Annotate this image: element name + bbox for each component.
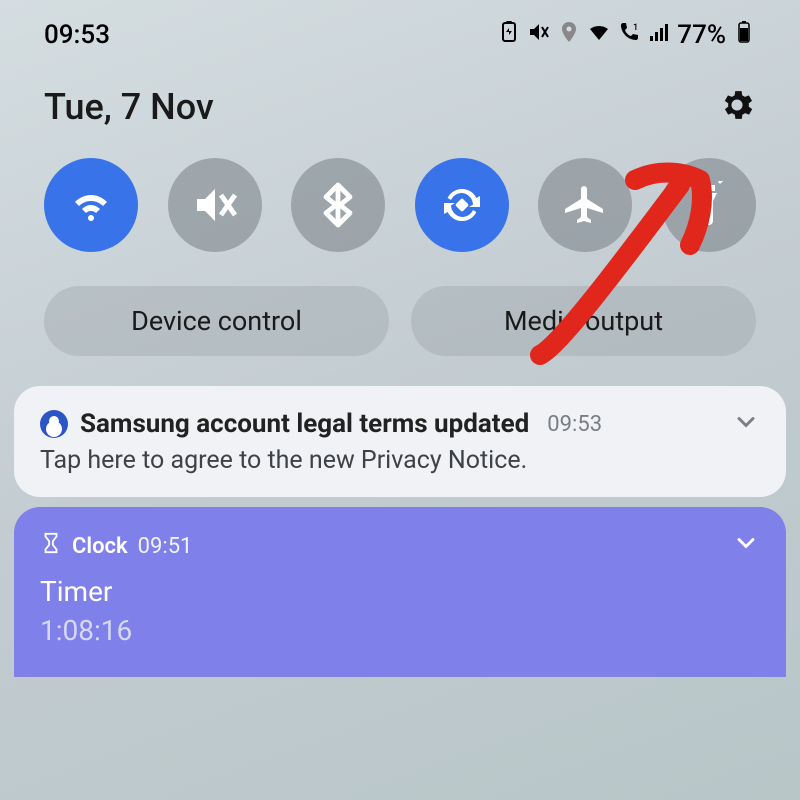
sound-toggle[interactable] [168,158,262,252]
expand-button[interactable] [732,408,760,440]
timer-countdown: 1:08:16 [40,614,760,647]
wifi-icon [67,181,115,229]
svg-text:1: 1 [633,23,638,33]
media-output-button[interactable]: Media output [411,286,756,356]
mute-icon [191,181,239,229]
expand-button[interactable] [732,529,760,563]
hourglass-icon [40,532,62,560]
chevron-down-icon [732,408,760,436]
notification-samsung[interactable]: Samsung account legal terms updated 09:5… [14,386,786,497]
wifi-status-icon [587,20,611,50]
battery-percent: 77% [677,20,726,50]
notification-app: Clock [72,534,128,559]
flashlight-icon [685,181,733,229]
notification-title: Samsung account legal terms updated [80,409,529,439]
quick-toggles [0,140,800,268]
notification-time: 09:51 [138,534,193,559]
signal-icon [647,20,671,50]
chevron-down-icon [732,529,760,557]
settings-button[interactable] [718,86,756,128]
auto-rotate-icon [438,181,486,229]
gear-icon [718,86,756,124]
airplane-icon [561,181,609,229]
timer-title: Timer [40,575,760,608]
date-label: Tue, 7 Nov [44,86,214,128]
media-output-label: Media output [504,305,663,337]
battery-saver-icon [497,20,521,50]
location-icon [557,20,581,50]
rotate-toggle[interactable] [415,158,509,252]
notification-clock[interactable]: Clock 09:51 Timer 1:08:16 [14,507,786,677]
status-icons: 1 77% [497,20,756,50]
notification-body: Tap here to agree to the new Privacy Not… [40,446,760,475]
flashlight-toggle[interactable] [662,158,756,252]
notification-time: 09:53 [547,412,602,437]
bluetooth-icon [314,181,362,229]
bluetooth-toggle[interactable] [291,158,385,252]
device-control-label: Device control [131,305,302,337]
battery-icon [732,20,756,50]
status-bar: 09:53 1 77% [0,0,800,58]
account-icon [40,410,68,438]
device-control-button[interactable]: Device control [44,286,389,356]
airplane-toggle[interactable] [538,158,632,252]
status-time: 09:53 [44,20,110,50]
mute-icon [527,20,551,50]
wifi-calling-icon: 1 [617,20,641,50]
wifi-toggle[interactable] [44,158,138,252]
